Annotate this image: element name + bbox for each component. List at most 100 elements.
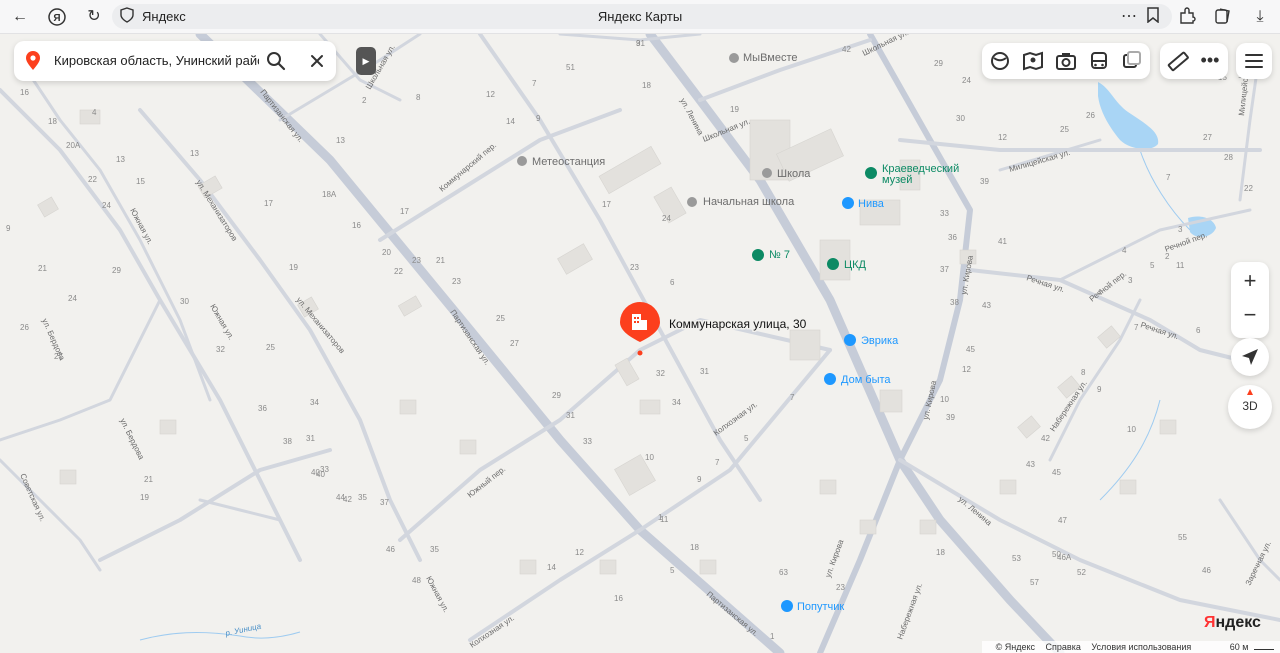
- house-number: 47: [1058, 516, 1067, 525]
- traffic-icon[interactable]: [1120, 49, 1144, 73]
- house-number: 46: [1202, 566, 1211, 575]
- house-number: 9: [636, 39, 641, 48]
- house-number: 6: [1196, 326, 1201, 335]
- panorama-icon[interactable]: [1021, 49, 1045, 73]
- browser-toolbar: ← Я ↻ Яндекс Яндекс Карты ⋯ ⤓: [0, 0, 1280, 34]
- house-number: 21: [144, 475, 153, 484]
- zoom-out-button[interactable]: −: [1231, 300, 1269, 332]
- shield-icon[interactable]: [117, 7, 137, 27]
- poi-pharmacy-7[interactable]: № 7: [752, 249, 790, 261]
- house-number: 25: [496, 314, 505, 323]
- house-number: 33: [583, 437, 592, 446]
- scale-label: 60 м: [1229, 642, 1249, 652]
- poi-ckd[interactable]: ЦКД: [827, 258, 867, 271]
- house-number: 2: [362, 96, 367, 105]
- house-number: 5: [1150, 261, 1155, 270]
- house-number: 11: [1176, 261, 1185, 270]
- house-number: 42: [1041, 434, 1050, 443]
- house-number: 10: [645, 453, 654, 462]
- menu-button[interactable]: [1236, 43, 1272, 79]
- house-number: 35: [358, 493, 367, 502]
- house-number: 42: [842, 45, 851, 54]
- search-box[interactable]: Кировская область, Унинский район,: [14, 41, 336, 81]
- collapse-panel-button[interactable]: ▶: [356, 47, 376, 75]
- download-icon[interactable]: ⤓: [1250, 7, 1270, 27]
- menu-icon[interactable]: [1242, 49, 1266, 73]
- house-number: 18: [936, 548, 945, 557]
- transit-icon[interactable]: [1087, 49, 1111, 73]
- svg-text:ЦКД: ЦКД: [844, 259, 867, 271]
- house-number: 37: [940, 265, 949, 274]
- house-number: 13: [336, 136, 345, 145]
- house-number: 46А: [1057, 553, 1072, 562]
- yandex-browser-icon[interactable]: Я: [47, 7, 67, 27]
- house-number: 39: [980, 177, 989, 186]
- house-number: 9: [536, 114, 541, 123]
- camera-icon[interactable]: [1054, 49, 1078, 73]
- house-number: 32: [656, 369, 665, 378]
- house-number: 8: [1081, 368, 1086, 377]
- help-link[interactable]: Справка: [1046, 642, 1081, 652]
- terms-link[interactable]: Условия использования: [1091, 642, 1191, 652]
- poi-niva[interactable]: Нива: [842, 197, 885, 210]
- house-number: 5: [670, 566, 675, 575]
- house-number: 4: [92, 108, 97, 117]
- house-number: 38: [950, 298, 959, 307]
- house-number: 10: [940, 395, 949, 404]
- house-number: 18: [690, 543, 699, 552]
- scale-bar: [1254, 645, 1274, 650]
- house-number: 16: [614, 594, 623, 603]
- compass-3d-button[interactable]: 3D: [1228, 385, 1272, 429]
- house-number: 7: [532, 79, 537, 88]
- geolocation-button[interactable]: [1231, 338, 1269, 376]
- house-number: 27: [1203, 133, 1212, 142]
- house-number: 31: [306, 434, 315, 443]
- more-icon[interactable]: •••: [1198, 49, 1222, 73]
- map-canvas[interactable]: ул. Ленина Партизанская ул. Партизанская…: [0, 34, 1280, 653]
- zoom-in-button[interactable]: +: [1231, 266, 1269, 298]
- poi-evrika[interactable]: Эврика: [844, 334, 899, 347]
- extensions-icon[interactable]: [1177, 7, 1197, 27]
- address-bar[interactable]: [112, 4, 1172, 29]
- house-number: 4: [1097, 288, 1102, 297]
- house-number: 3: [1128, 276, 1133, 285]
- collections-icon[interactable]: [1213, 7, 1233, 27]
- search-input[interactable]: Кировская область, Унинский район,: [54, 53, 259, 68]
- poi-primary-school[interactable]: Начальная школа: [687, 196, 795, 208]
- bookmark-icon[interactable]: [1143, 7, 1163, 27]
- back-icon[interactable]: ←: [10, 7, 30, 27]
- more-icon[interactable]: ⋯: [1119, 7, 1139, 27]
- house-number: 19: [140, 493, 149, 502]
- house-number: 7: [1134, 323, 1139, 332]
- house-number: 13: [190, 149, 199, 158]
- btn-3d-label: 3D: [1242, 399, 1258, 413]
- house-number: 52: [1077, 568, 1086, 577]
- house-number: 3: [1178, 225, 1183, 234]
- layers-icon[interactable]: [988, 49, 1012, 73]
- house-number: 1: [770, 632, 775, 641]
- copyright[interactable]: © Яндекс: [996, 642, 1035, 652]
- house-number: 15: [136, 177, 145, 186]
- reload-icon[interactable]: ↻: [84, 7, 104, 27]
- house-number: 48: [412, 576, 421, 585]
- house-number: 6: [670, 278, 675, 287]
- house-number: 14: [547, 563, 556, 572]
- house-number: 51: [566, 63, 575, 72]
- house-number: 21: [436, 256, 445, 265]
- close-icon[interactable]: [309, 53, 325, 74]
- house-number: 35: [430, 545, 439, 554]
- house-number: 27: [54, 352, 63, 361]
- search-icon[interactable]: [266, 51, 286, 76]
- house-number: 8: [416, 93, 421, 102]
- house-number: 55: [1178, 533, 1187, 542]
- house-number: 21: [38, 264, 47, 273]
- ruler-icon[interactable]: [1166, 49, 1190, 73]
- yandex-logo[interactable]: Яндекс: [1204, 614, 1261, 632]
- house-number: 2: [1165, 252, 1170, 261]
- house-number: 18А: [322, 190, 337, 199]
- svg-text:№ 7: № 7: [769, 249, 790, 261]
- house-number: 29: [112, 266, 121, 275]
- geolocation-icon: [1240, 347, 1260, 372]
- map-footer: © Яндекс Справка Условия использования 6…: [981, 641, 1280, 653]
- house-number: 30: [956, 114, 965, 123]
